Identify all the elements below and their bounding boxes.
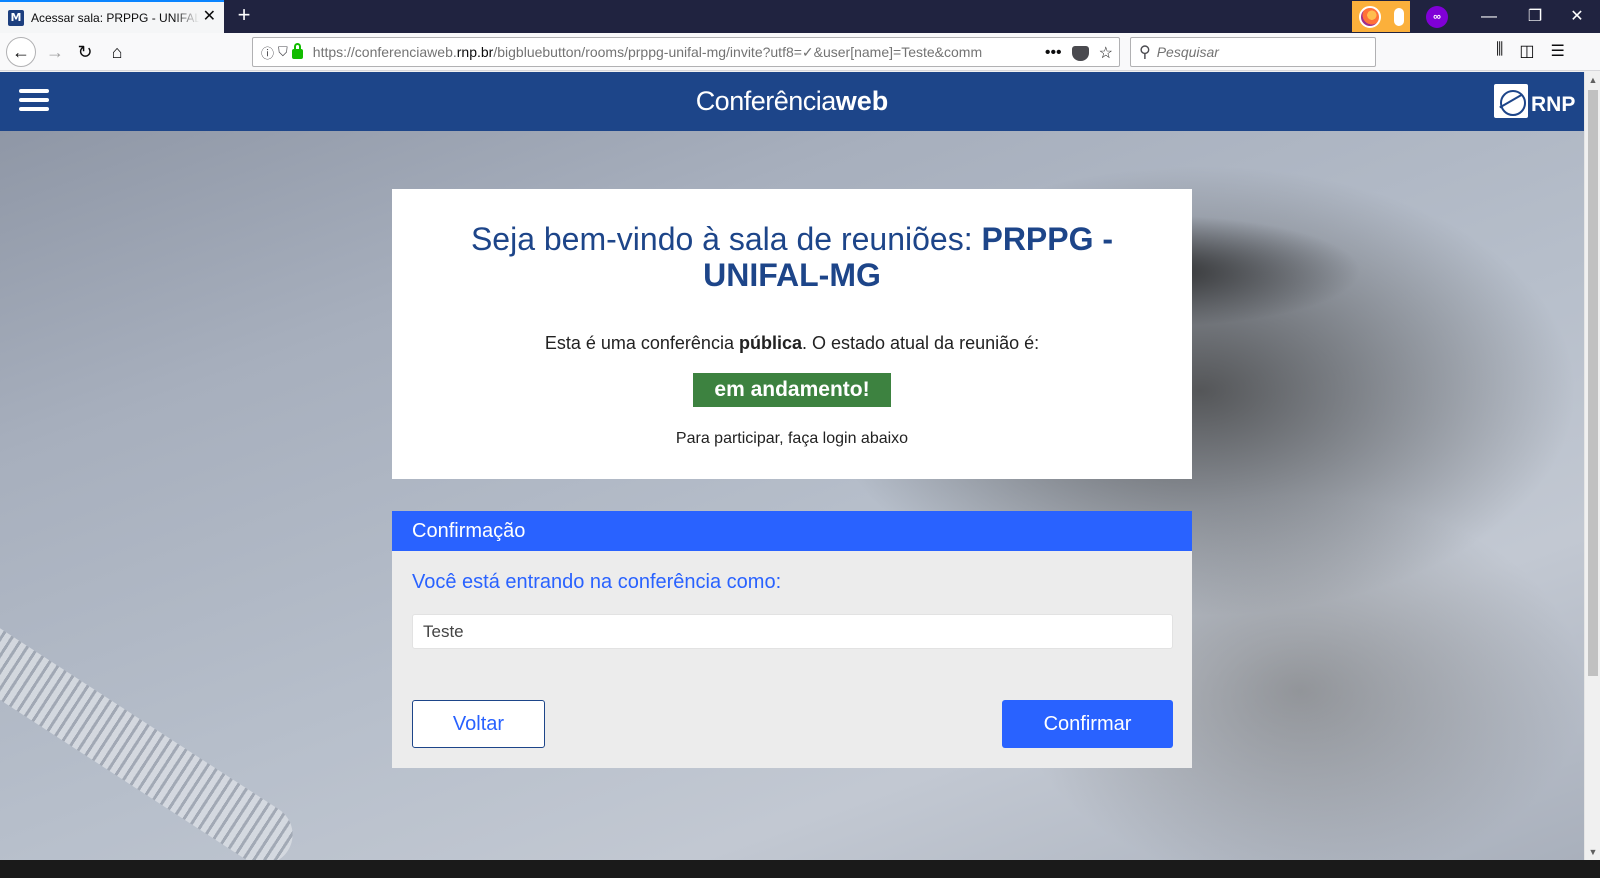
scroll-up-icon[interactable]: ▲ <box>1588 74 1598 86</box>
site-brand[interactable]: Conferênciaweb <box>0 86 1584 117</box>
bookmark-star-icon[interactable]: ☆ <box>1099 43 1113 63</box>
vertical-scrollbar[interactable]: ▲ ▼ <box>1584 72 1600 860</box>
scroll-down-icon[interactable]: ▼ <box>1588 846 1598 858</box>
back-button-page[interactable]: Voltar <box>412 700 545 748</box>
search-input[interactable] <box>1156 44 1357 60</box>
rnp-logo[interactable]: RNP <box>1494 84 1575 118</box>
tracking-protection-icon[interactable]: ⛉ <box>278 44 288 60</box>
private-mask-icon[interactable]: ∞ <box>1426 6 1448 28</box>
confirmation-title: Confirmação <box>392 511 1192 551</box>
confirm-button[interactable]: Confirmar <box>1002 700 1173 748</box>
search-box[interactable]: ⚲ <box>1130 37 1376 67</box>
reload-button[interactable]: ↻ <box>70 37 100 67</box>
site-favicon-icon: M <box>8 9 24 26</box>
menu-icon[interactable]: ☰ <box>1551 41 1565 61</box>
scroll-thumb[interactable] <box>1588 90 1598 676</box>
home-button[interactable]: ⌂ <box>102 37 132 67</box>
status-badge: em andamento! <box>693 373 891 407</box>
info-icon[interactable]: ⓘ <box>261 43 274 62</box>
sidebar-icon[interactable]: ◫ <box>1519 41 1534 61</box>
page-actions-icon[interactable]: ••• <box>1045 44 1062 62</box>
new-tab-button[interactable]: + <box>232 4 256 28</box>
close-window-button[interactable]: ✕ <box>1554 0 1600 33</box>
search-icon: ⚲ <box>1139 44 1151 61</box>
browser-tab[interactable]: M Acessar sala: PRPPG - UNIFAL-MG ✕ <box>0 0 224 33</box>
confirmation-label: Você está entrando na conferência como: <box>412 571 782 593</box>
microphone-icon[interactable] <box>1393 7 1404 26</box>
welcome-heading: Seja bem-vindo à sala de reuniões: PRPPG… <box>392 221 1192 293</box>
site-header: Conferênciaweb RNP <box>0 72 1584 131</box>
conference-status-text: Esta é uma conferência pública. O estado… <box>544 333 1040 353</box>
address-bar[interactable]: ⓘ ⛉ https://conferenciaweb.rnp.br/bigblu… <box>252 37 1120 67</box>
rnp-logo-icon <box>1494 84 1528 118</box>
brand-bold: web <box>835 86 889 116</box>
firefox-extension-icon[interactable] <box>1358 5 1381 28</box>
forward-button[interactable]: → <box>40 37 70 67</box>
tab-title: Acessar sala: PRPPG - UNIFAL-MG <box>31 10 199 25</box>
library-icon[interactable]: ⫼ <box>1496 41 1503 61</box>
lock-icon[interactable] <box>291 43 303 59</box>
browser-toolbar: ← → ↻ ⌂ ⓘ ⛉ https://conferenciaweb.rnp.b… <box>0 33 1600 71</box>
rnp-logo-text: RNP <box>1531 93 1576 116</box>
tab-close-icon[interactable]: ✕ <box>203 9 216 25</box>
extension-area <box>1352 1 1410 32</box>
conference-visibility: pública <box>738 333 802 353</box>
welcome-prefix: Seja bem-vindo à sala de reuniões: <box>470 221 982 257</box>
taskbar-strip <box>0 860 1600 878</box>
back-button[interactable]: ← <box>6 37 36 67</box>
welcome-card: Seja bem-vindo à sala de reuniões: PRPPG… <box>392 189 1192 479</box>
pocket-icon[interactable] <box>1071 45 1089 61</box>
brand-light: Conferência <box>695 86 837 116</box>
login-hint: Para participar, faça login abaixo <box>675 430 909 447</box>
user-name-field[interactable] <box>412 614 1173 649</box>
browser-tabbar: M Acessar sala: PRPPG - UNIFAL-MG ✕ + ∞ … <box>0 0 1600 33</box>
restore-button[interactable]: ❐ <box>1512 0 1558 33</box>
minimize-button[interactable]: — <box>1466 0 1512 33</box>
confirmation-panel: Confirmação Você está entrando na confer… <box>392 511 1192 768</box>
page-viewport: Conferênciaweb RNP Seja bem-vindo à sala… <box>0 72 1584 860</box>
url-text[interactable]: https://conferenciaweb.rnp.br/bigbluebut… <box>313 44 1013 61</box>
